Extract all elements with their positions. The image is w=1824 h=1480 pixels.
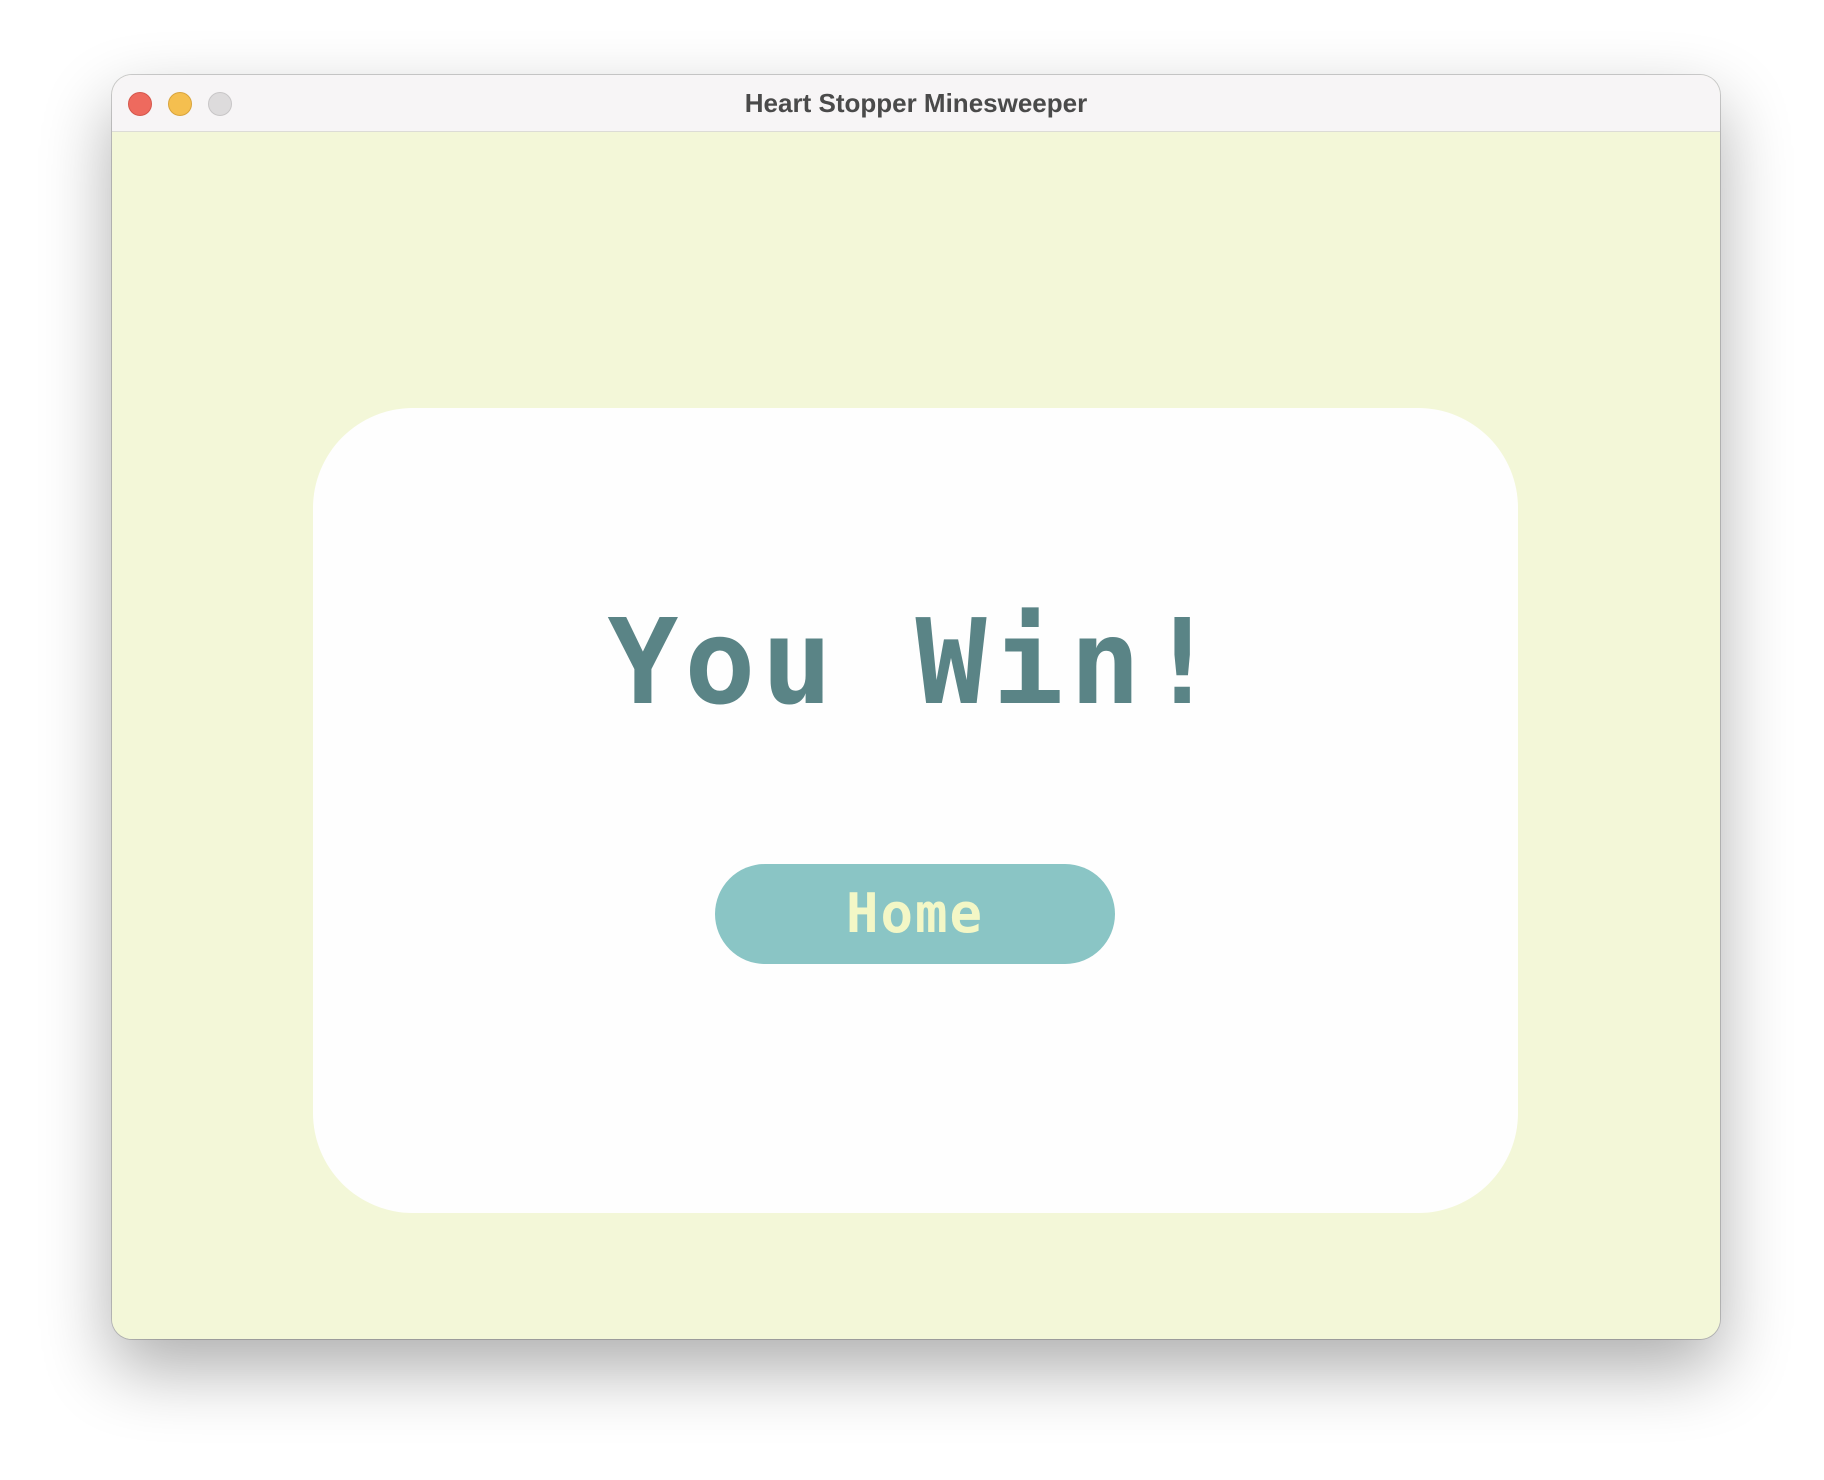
home-button-label: Home bbox=[845, 882, 985, 945]
home-button[interactable]: Home bbox=[715, 864, 1115, 964]
win-message: You Win! bbox=[607, 593, 1224, 731]
game-screen: You Win! Home bbox=[112, 132, 1720, 1339]
app-window: Heart Stopper Minesweeper You Win! Home bbox=[112, 75, 1720, 1339]
result-card: You Win! Home bbox=[313, 408, 1518, 1213]
window-title: Heart Stopper Minesweeper bbox=[744, 88, 1088, 118]
title-bar[interactable]: Heart Stopper Minesweeper bbox=[112, 75, 1720, 132]
